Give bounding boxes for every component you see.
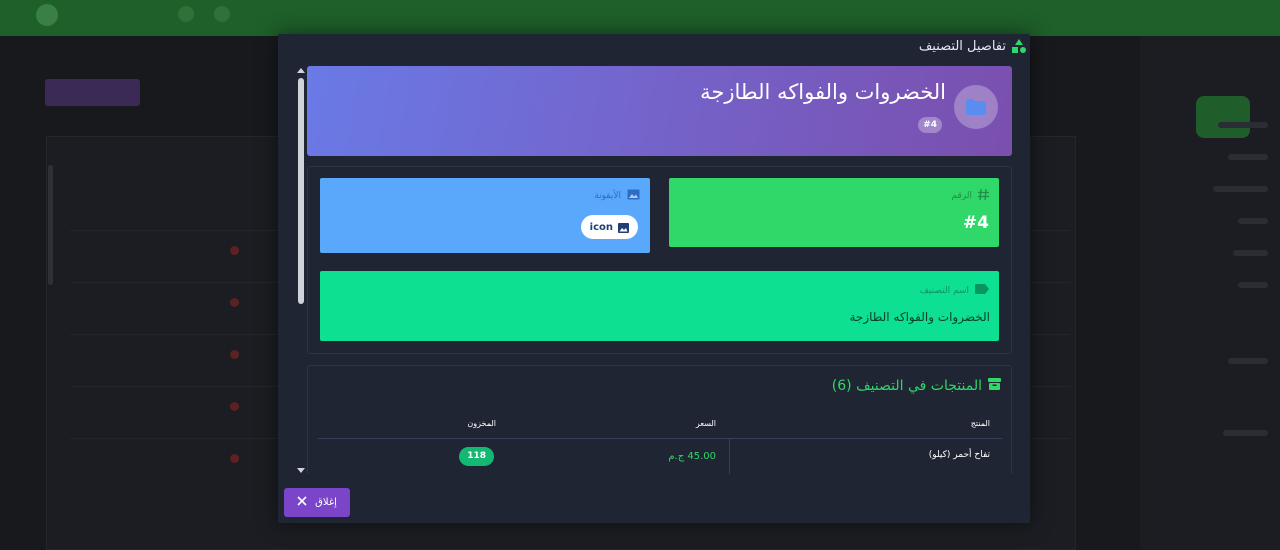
category-icon-card: الأيقونة icon xyxy=(320,178,650,253)
column-price: السعر xyxy=(695,419,716,428)
icon-value: icon xyxy=(589,221,613,233)
app-top-bar xyxy=(0,0,1280,36)
image-icon xyxy=(627,189,640,203)
number-label: الرقم xyxy=(951,191,972,201)
archive-icon xyxy=(988,378,1001,394)
category-id-badge: #4 xyxy=(918,117,942,133)
delete-icon xyxy=(230,298,239,307)
table-header: المنتج السعر المخزون xyxy=(318,406,1002,439)
app-sidebar xyxy=(1140,36,1280,550)
phone-icon xyxy=(178,6,194,22)
column-product: المنتج xyxy=(970,419,990,428)
stock-badge: 118 xyxy=(459,447,494,466)
modal-header: تفاصيل التصنيف xyxy=(278,34,1030,58)
category-number-card: الرقم #4 xyxy=(669,178,999,247)
products-heading: المنتجات في التصنيف (6) xyxy=(832,378,1001,394)
folder-icon xyxy=(954,85,998,129)
number-value: #4 xyxy=(962,213,989,233)
delete-icon xyxy=(230,350,239,359)
column-stock: المخزون xyxy=(467,419,496,428)
name-value: الخضروات والفواكه الطازجة xyxy=(849,310,991,324)
category-info-section: الرقم #4 الأيقونة icon اسم التصنيف الخضر… xyxy=(307,166,1012,354)
hash-icon xyxy=(978,188,989,203)
products-title: المنتجات في التصنيف (6) xyxy=(831,378,982,394)
product-name: تفاح أحمر (كيلو) xyxy=(928,450,990,460)
category-title: الخضروات والفواكه الطازجة xyxy=(700,80,946,104)
image-icon xyxy=(618,218,629,237)
basket-logo-icon xyxy=(1196,96,1250,138)
delete-icon xyxy=(230,454,239,463)
add-category-button xyxy=(45,79,140,106)
product-price: 45.00 ج.م xyxy=(668,451,716,462)
delete-icon xyxy=(230,402,239,411)
tag-icon xyxy=(975,284,989,297)
modal-body: الخضروات والفواكه الطازجة #4 الرقم #4 ال… xyxy=(298,64,1014,474)
shapes-icon xyxy=(1012,39,1026,53)
search-icon xyxy=(214,6,230,22)
delete-icon xyxy=(230,246,239,255)
icon-value-pill: icon xyxy=(580,215,638,239)
close-label: إغلاق xyxy=(315,497,337,508)
modal-title: تفاصيل التصنيف xyxy=(918,38,1006,54)
products-table: المنتج السعر المخزون تفاح أحمر (كيلو) 45… xyxy=(318,406,1002,474)
table-row[interactable]: تفاح أحمر (كيلو) 45.00 ج.م 118 xyxy=(318,439,1002,474)
category-hero: الخضروات والفواكه الطازجة #4 xyxy=(307,66,1012,156)
category-name-card: اسم التصنيف الخضروات والفواكه الطازجة xyxy=(320,271,999,341)
name-label: اسم التصنيف xyxy=(919,285,969,296)
category-details-modal: تفاصيل التصنيف الخضروات والفواكه الطازجة… xyxy=(278,34,1030,523)
close-button[interactable]: إغلاق xyxy=(284,488,350,517)
close-icon xyxy=(297,496,307,509)
icon-label: الأيقونة xyxy=(594,191,621,201)
avatar xyxy=(36,4,58,26)
category-products-section: المنتجات في التصنيف (6) المنتج السعر الم… xyxy=(307,365,1012,474)
